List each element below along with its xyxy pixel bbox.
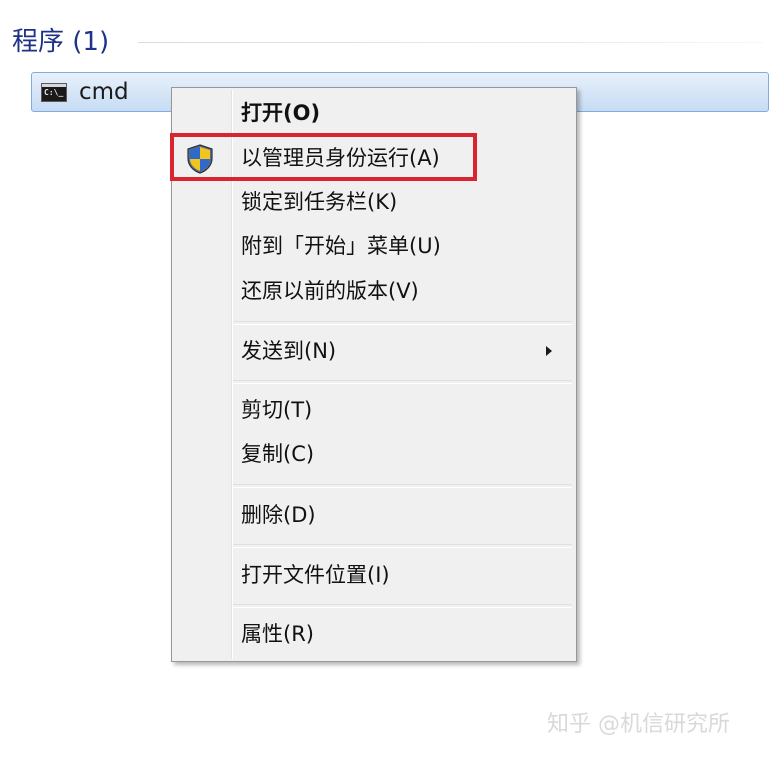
menu-item-label: 打开文件位置(I) xyxy=(241,563,390,587)
context-menu: 打开(O) 以管理员身份运行(A) 锁定到任务栏(K) 附到「开始」菜单(U) … xyxy=(171,87,577,662)
menu-item-open[interactable]: 打开(O) xyxy=(174,91,574,135)
menu-item-open-file-location[interactable]: 打开文件位置(I) xyxy=(174,553,574,597)
menu-item-label: 发送到(N) xyxy=(241,339,337,363)
menu-item-label: 锁定到任务栏(K) xyxy=(241,190,398,214)
programs-section-title: 程序 (1) xyxy=(12,27,110,57)
menu-separator xyxy=(233,544,572,548)
menu-item-properties[interactable]: 属性(R) xyxy=(174,612,574,656)
uac-shield-icon xyxy=(187,144,213,174)
menu-item-label: 还原以前的版本(V) xyxy=(241,279,419,303)
menu-item-label: 剪切(T) xyxy=(241,398,313,422)
menu-item-label: 以管理员身份运行(A) xyxy=(241,146,440,170)
menu-item-restore-previous-versions[interactable]: 还原以前的版本(V) xyxy=(174,269,574,313)
menu-item-cut[interactable]: 剪切(T) xyxy=(174,388,574,432)
menu-separator xyxy=(233,604,572,608)
command-prompt-icon: C:\_ xyxy=(41,83,67,102)
section-divider xyxy=(138,42,764,43)
menu-item-pin-to-start-menu[interactable]: 附到「开始」菜单(U) xyxy=(174,224,574,268)
menu-item-label: 打开(O) xyxy=(241,101,321,125)
watermark: 知乎 @机信研究所 xyxy=(547,712,730,737)
submenu-arrow-icon xyxy=(546,346,552,356)
menu-item-label: 删除(D) xyxy=(241,503,316,527)
menu-item-label: 复制(C) xyxy=(241,442,315,466)
menu-item-label: 属性(R) xyxy=(241,622,314,646)
menu-item-copy[interactable]: 复制(C) xyxy=(174,432,574,476)
menu-item-run-as-administrator[interactable]: 以管理员身份运行(A) xyxy=(174,136,574,180)
menu-item-send-to[interactable]: 发送到(N) xyxy=(174,329,574,373)
menu-item-pin-to-taskbar[interactable]: 锁定到任务栏(K) xyxy=(174,180,574,224)
menu-separator xyxy=(233,484,572,488)
menu-separator xyxy=(233,380,572,384)
menu-separator xyxy=(233,321,572,325)
menu-item-label: 附到「开始」菜单(U) xyxy=(241,234,441,258)
result-item-label: cmd xyxy=(79,79,129,105)
command-prompt-icon-text: C:\_ xyxy=(44,88,64,97)
menu-item-delete[interactable]: 删除(D) xyxy=(174,493,574,537)
start-menu-search-results: 程序 (1) C:\_ cmd 打开(O) 以管理员身份运行(A) 锁定到任务栏 xyxy=(0,0,784,764)
